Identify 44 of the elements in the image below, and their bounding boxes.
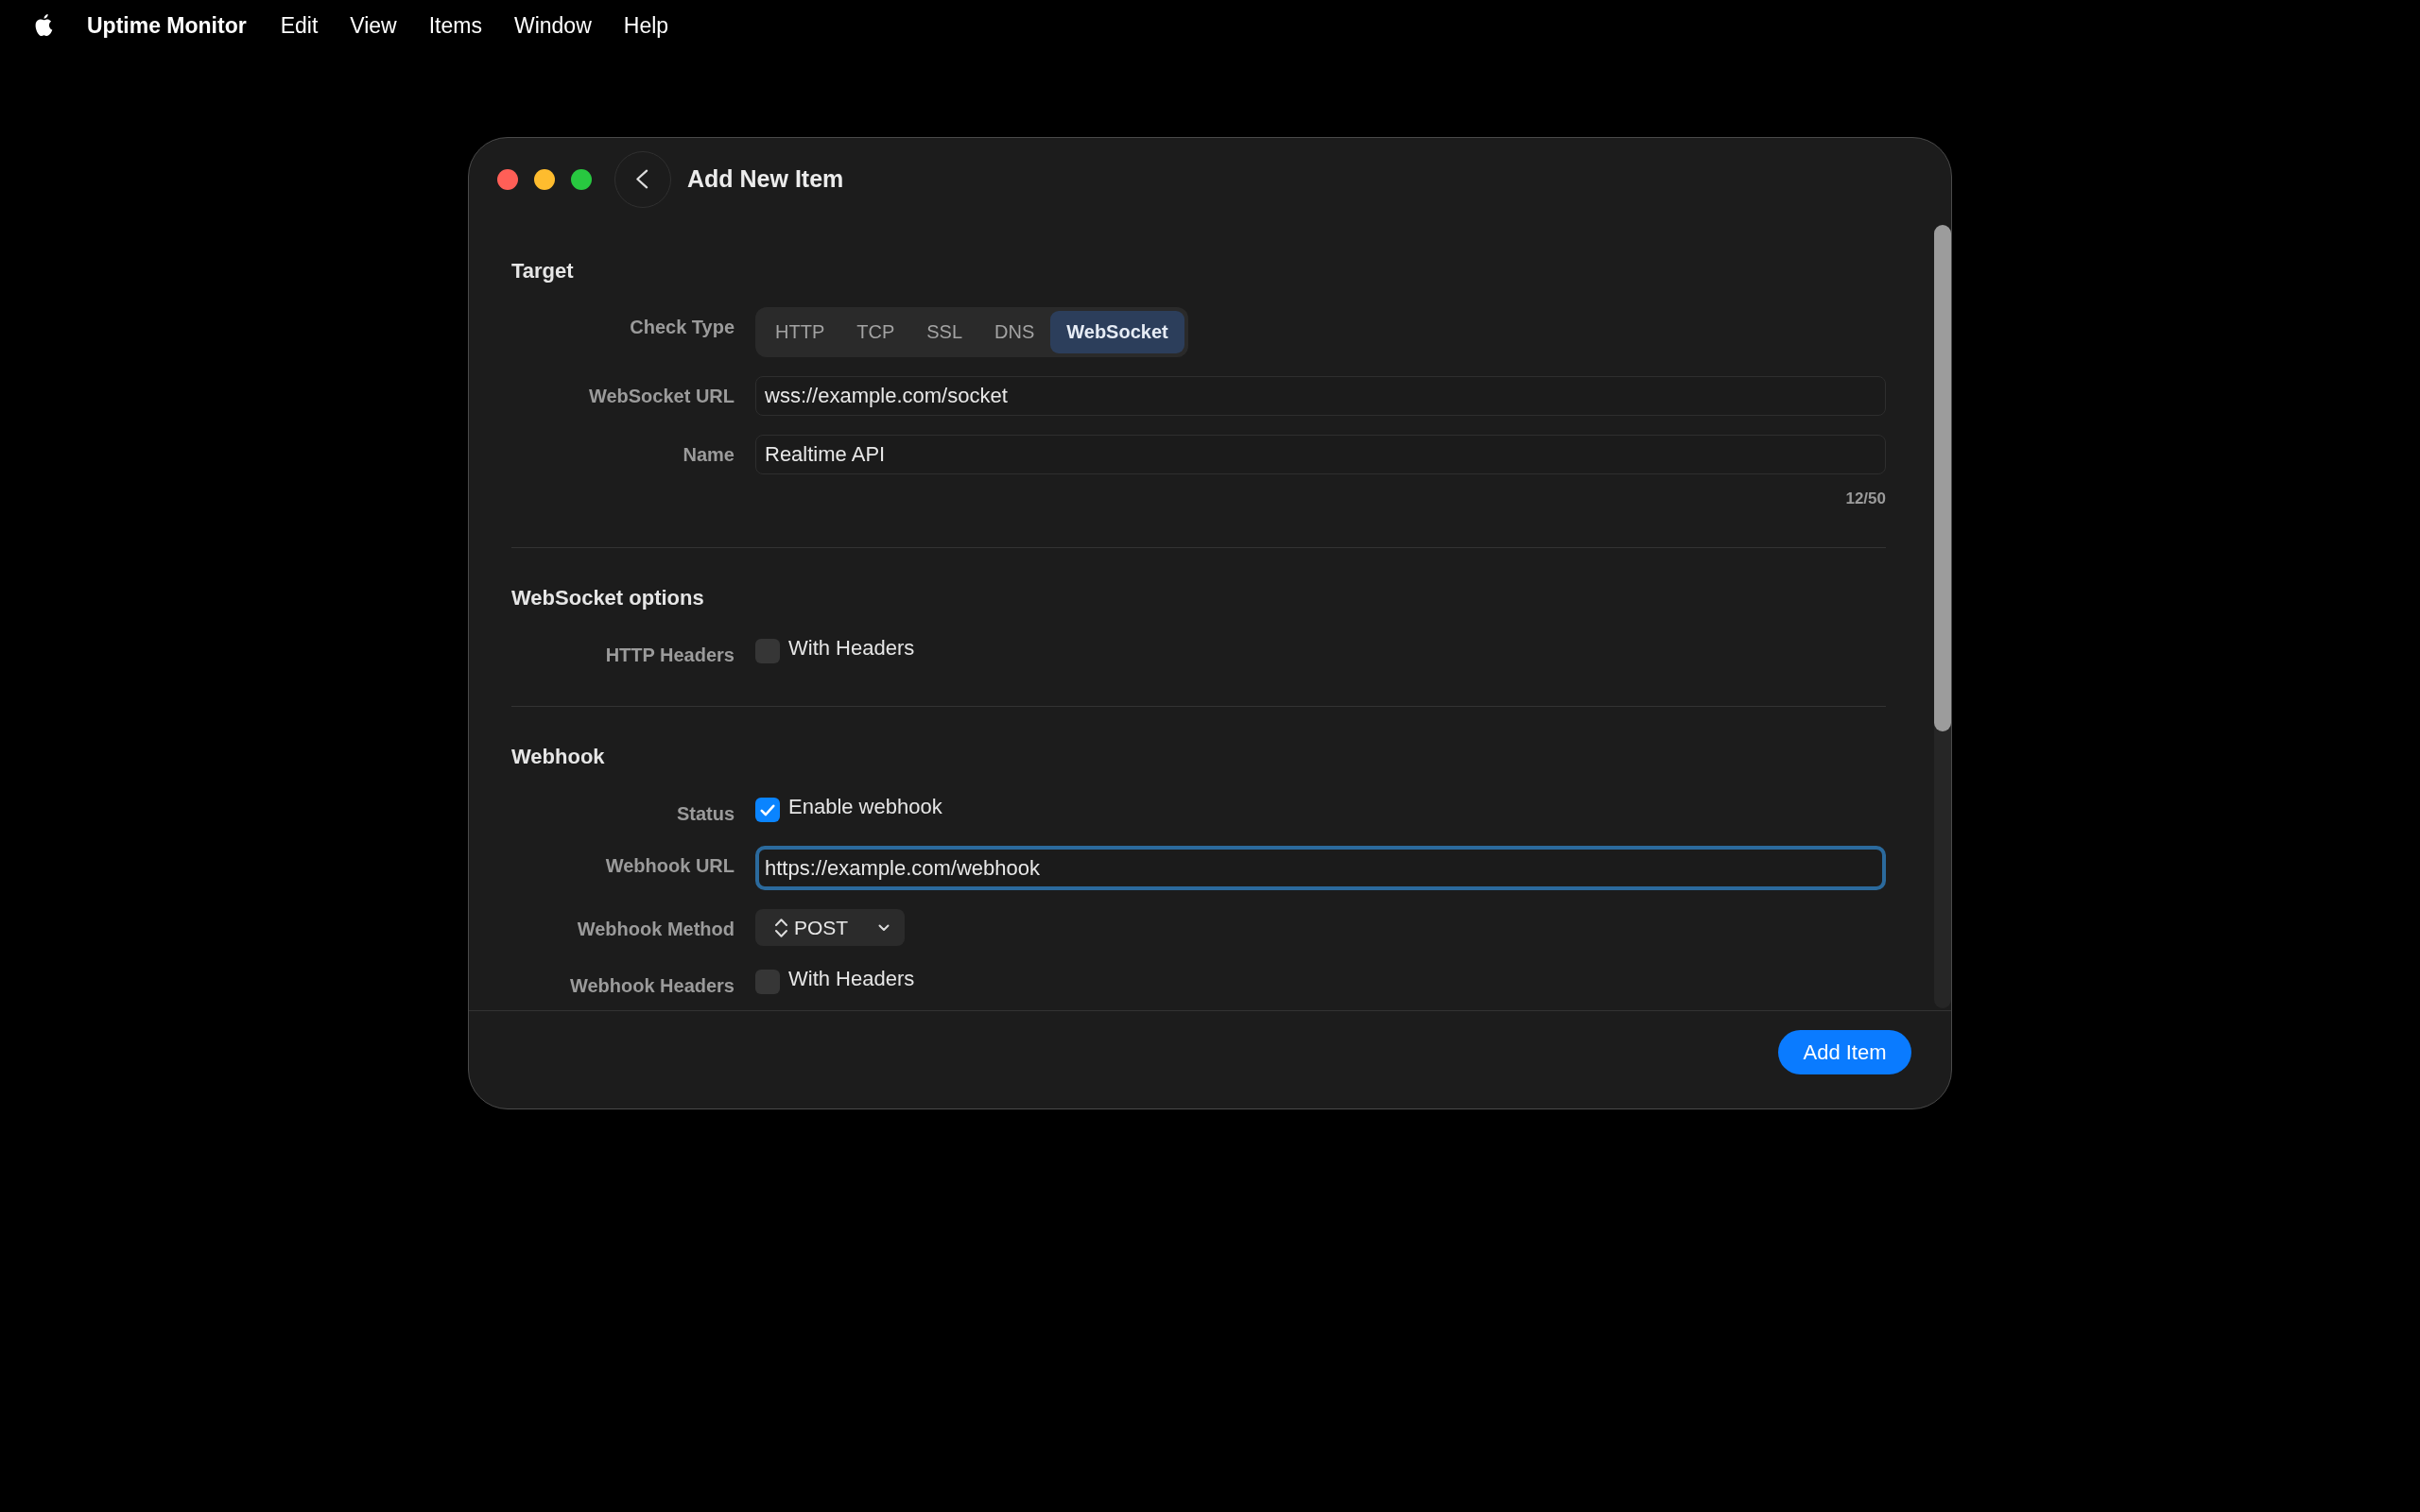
field-label: Check Type — [630, 316, 735, 338]
checkbox-label[interactable]: Enable webhook — [788, 795, 942, 819]
field-label: Webhook Method — [577, 918, 735, 940]
segment-option[interactable]: DNS — [978, 311, 1051, 353]
text-field[interactable]: wss://example.com/socket — [755, 376, 1886, 416]
window-title: Add New Item — [687, 165, 844, 193]
checkbox[interactable] — [755, 639, 780, 663]
fullscreen-button[interactable] — [571, 168, 592, 190]
text-field[interactable]: Realtime API — [755, 435, 1886, 474]
close-button[interactable] — [497, 168, 518, 190]
menu-item[interactable]: View — [350, 13, 397, 39]
chevron-down-icon — [878, 923, 890, 932]
app-menu[interactable]: Uptime Monitor — [87, 13, 247, 39]
field-label: WebSocket URL — [588, 385, 735, 407]
segment-option[interactable]: TCP — [840, 311, 911, 353]
up-down-chevron-icon — [774, 917, 788, 938]
menu-item[interactable]: Help — [623, 13, 669, 39]
menu-item[interactable]: Items — [428, 13, 482, 39]
method-popup-button[interactable]: POST — [755, 909, 905, 946]
checkmark-icon — [760, 803, 775, 816]
field-label: HTTP Headers — [605, 644, 735, 666]
minimize-button[interactable] — [534, 168, 555, 190]
field-label: Status — [676, 802, 735, 825]
section-heading: Target — [511, 258, 575, 284]
segment-option[interactable]: SSL — [910, 311, 979, 353]
add-item-button[interactable]: Add Item — [1778, 1030, 1911, 1074]
segment-option[interactable]: WebSocket — [1050, 311, 1184, 353]
menu-item[interactable]: Edit — [280, 13, 319, 39]
scrollbar-thumb[interactable] — [1934, 225, 1951, 731]
field-label: Webhook Headers — [569, 974, 735, 997]
section-heading: Webhook — [511, 744, 606, 770]
field-label: Name — [683, 443, 735, 466]
checkbox[interactable] — [755, 970, 780, 994]
checkbox-label[interactable]: With Headers — [788, 636, 915, 661]
checkbox[interactable] — [755, 798, 780, 822]
segment-option[interactable]: HTTP — [759, 311, 841, 353]
field-label: Webhook URL — [605, 854, 735, 877]
section-heading: WebSocket options — [511, 585, 705, 611]
chevron-left-icon — [634, 169, 648, 189]
text-field[interactable]: https://example.com/webhook — [755, 846, 1886, 890]
checkbox-label[interactable]: With Headers — [788, 967, 915, 991]
menu-item[interactable]: Window — [513, 13, 592, 39]
character-count: 12/50 — [1845, 489, 1886, 509]
apple-icon[interactable] — [34, 12, 54, 37]
